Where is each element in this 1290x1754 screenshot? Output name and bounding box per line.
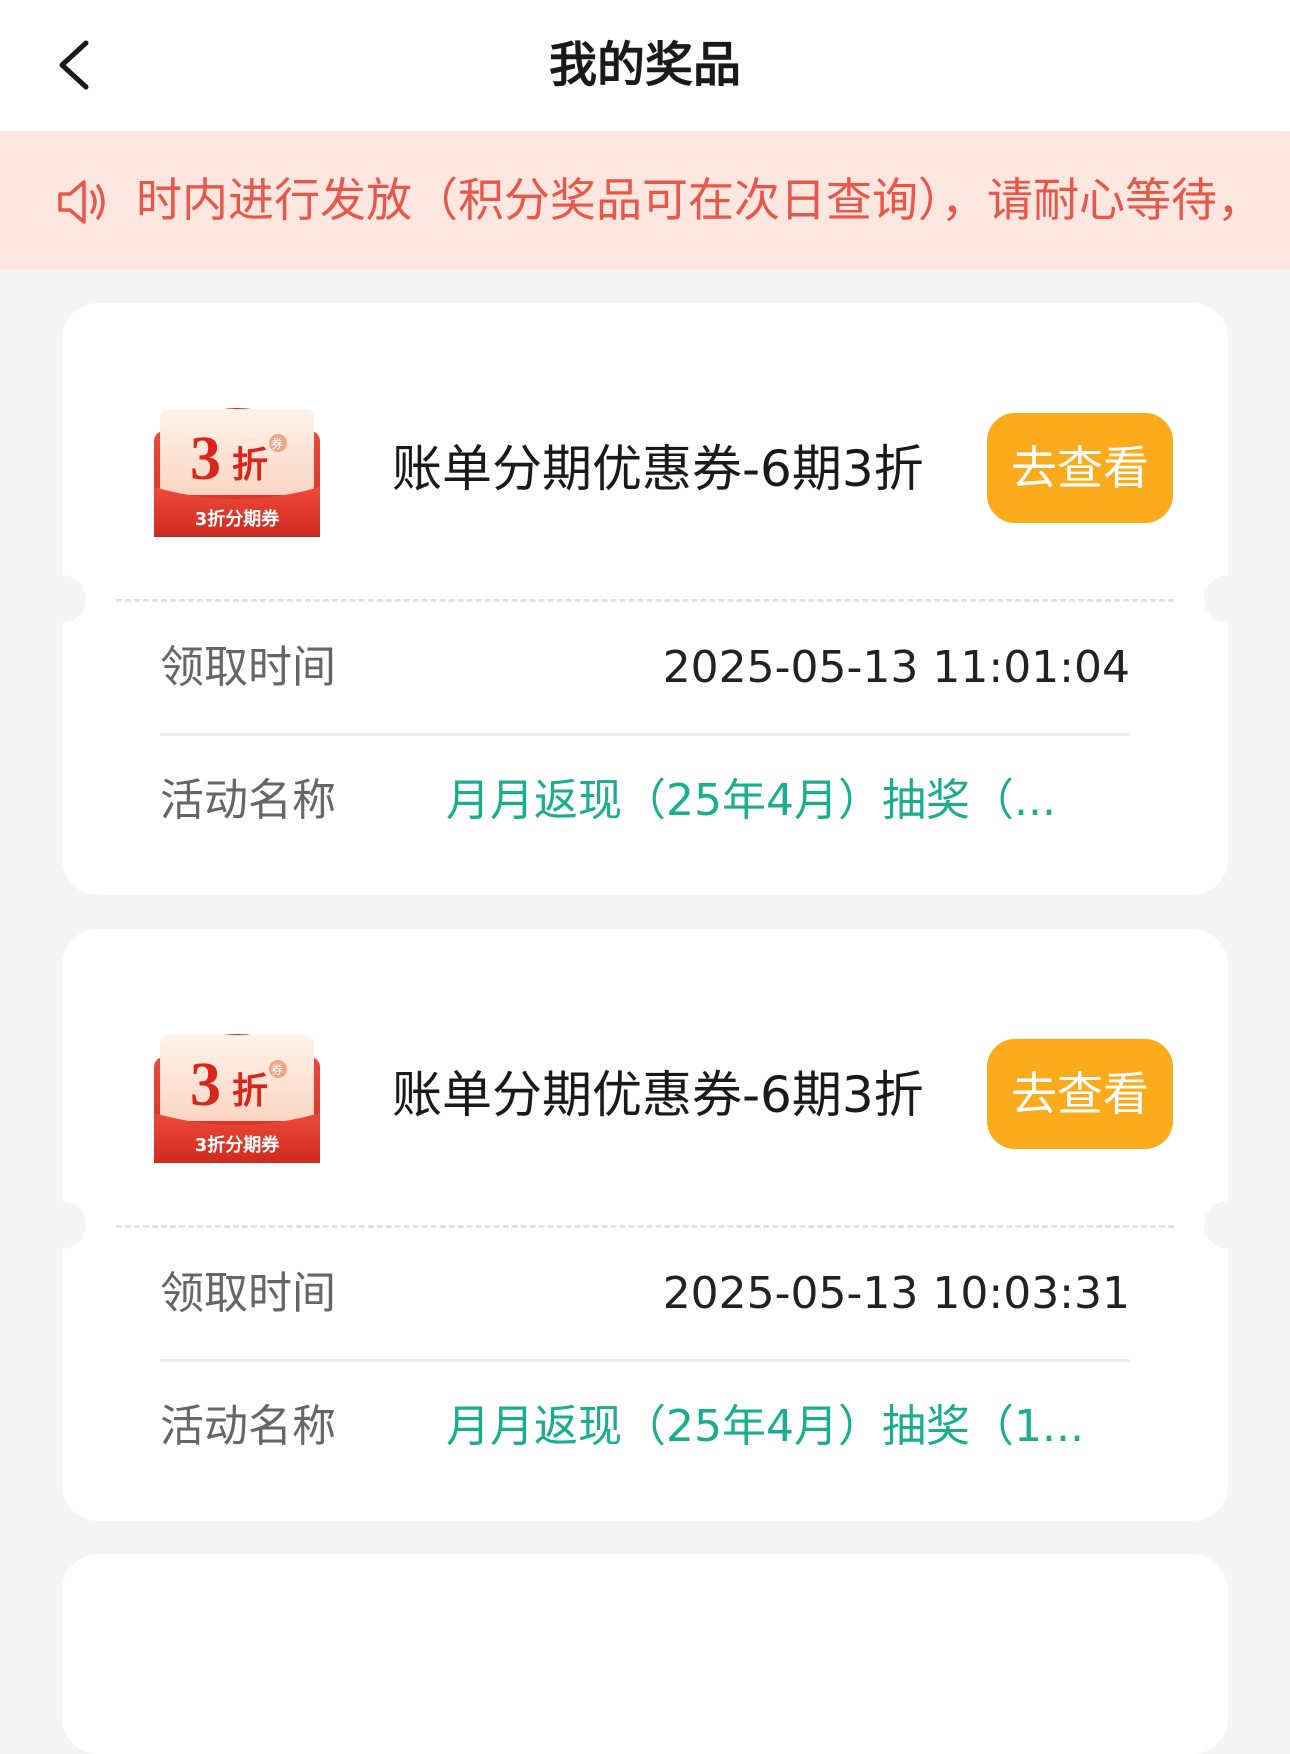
coupon-caption: 3折分期券 — [195, 508, 281, 530]
notice-text: 时内进行发放（积分奖品可在次日查询），请耐心等待， — [136, 173, 1263, 227]
activity-name-label: 活动名称 — [160, 1401, 336, 1452]
prize-card: 3 折 券 3折分期券 账单分期优惠券-6期3折 去查看 领取时间 2025-0… — [62, 303, 1228, 895]
prize-name: 账单分期优惠券-6期3折 — [392, 1066, 924, 1124]
coupon-big-number: 3 — [190, 425, 221, 493]
receive-time-value: 2025-05-13 10:03:31 — [662, 1268, 1130, 1319]
prize-card: 3 折 券 3折分期券 账单分期优惠券-6期3折 去查看 领取时间 2025-0… — [62, 929, 1228, 1521]
row-divider — [160, 1359, 1130, 1362]
ticket-notch — [62, 1201, 86, 1249]
ticket-notch — [1204, 575, 1228, 623]
receive-time-label: 领取时间 — [160, 1268, 336, 1319]
coupon-icon: 3 折 券 3折分期券 — [150, 1017, 324, 1167]
dashed-divider — [116, 599, 1174, 602]
activity-name-link[interactable]: 月月返现（25年4月）抽奖（1... — [446, 1397, 1126, 1457]
ticket-notch — [1204, 1201, 1228, 1249]
dashed-divider — [116, 1225, 1174, 1228]
coupon-tag: 券 — [271, 1062, 283, 1077]
coupon-icon: 3 折 券 3折分期券 — [150, 391, 324, 541]
coupon-caption: 3折分期券 — [195, 1134, 281, 1156]
view-button[interactable]: 去查看 — [987, 1039, 1173, 1149]
coupon-big-number: 3 — [190, 1051, 221, 1119]
activity-name-link[interactable]: 月月返现（25年4月）抽奖（... — [446, 771, 1126, 831]
receive-time-value: 2025-05-13 11:01:04 — [662, 642, 1130, 693]
ticket-notch — [62, 575, 86, 623]
prize-card — [62, 1554, 1228, 1754]
notice-banner: 时内进行发放（积分奖品可在次日查询），请耐心等待， — [0, 131, 1290, 269]
prize-name: 账单分期优惠券-6期3折 — [392, 440, 924, 498]
coupon-tag: 券 — [271, 436, 283, 451]
page-title: 我的奖品 — [548, 37, 741, 93]
nav-header: 我的奖品 — [0, 0, 1290, 131]
speaker-icon — [54, 174, 110, 230]
view-button[interactable]: 去查看 — [987, 413, 1173, 523]
coupon-big-unit: 折 — [232, 1071, 268, 1112]
coupon-big-unit: 折 — [232, 445, 268, 486]
receive-time-label: 领取时间 — [160, 642, 336, 693]
activity-name-label: 活动名称 — [160, 775, 336, 826]
row-divider — [160, 733, 1130, 736]
